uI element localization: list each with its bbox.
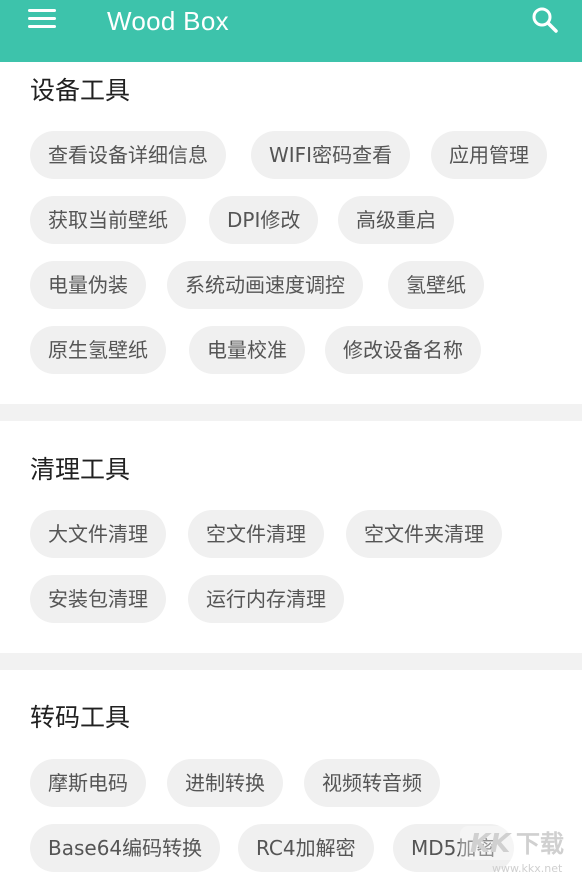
chip-wifi-password[interactable]: WIFI密码查看: [251, 131, 411, 179]
chip-current-wallpaper[interactable]: 获取当前壁纸: [30, 196, 186, 244]
svg-text:KK: KK: [470, 829, 512, 859]
kk-download-watermark-logo: KK 下载 www.kkx.net: [460, 826, 580, 875]
chip-empty-folder-clean[interactable]: 空文件夹清理: [346, 510, 502, 558]
chip-ram-clean[interactable]: 运行内存清理: [188, 575, 344, 623]
chip-large-file-clean[interactable]: 大文件清理: [30, 510, 166, 558]
chip-video-to-audio[interactable]: 视频转音频: [304, 759, 440, 807]
device-tools-card: 设备工具 查看设备详细信息 WIFI密码查看 应用管理 获取当前壁纸 DPI修改…: [0, 62, 582, 404]
chip-rc4-crypt[interactable]: RC4加解密: [238, 824, 374, 872]
chip-advanced-reboot[interactable]: 高级重启: [338, 196, 454, 244]
chip-base64-convert[interactable]: Base64编码转换: [30, 824, 221, 872]
chip-native-hydrogen-wallpaper[interactable]: 原生氢壁纸: [30, 326, 166, 374]
section-title-device-tools: 设备工具: [30, 76, 131, 105]
section-title-transcoding-tools: 转码工具: [30, 703, 131, 732]
chip-hydrogen-wallpaper[interactable]: 氢壁纸: [388, 261, 484, 309]
chip-device-details[interactable]: 查看设备详细信息: [30, 131, 226, 179]
svg-text:www.kkx.net: www.kkx.net: [492, 862, 563, 875]
cleaning-tools-card: 清理工具 大文件清理 空文件清理 空文件夹清理 安装包清理 运行内存清理: [0, 421, 582, 653]
svg-text:下载: 下载: [516, 830, 564, 858]
chip-app-manager[interactable]: 应用管理: [431, 131, 547, 179]
chip-rename-device[interactable]: 修改设备名称: [325, 326, 481, 374]
section-title-cleaning-tools: 清理工具: [30, 455, 131, 484]
app-title: Wood Box: [107, 6, 229, 36]
chip-battery-calibration[interactable]: 电量校准: [189, 326, 305, 374]
chip-dpi-modify[interactable]: DPI修改: [209, 196, 319, 244]
chip-morse-code[interactable]: 摩斯电码: [30, 759, 146, 807]
chip-apk-clean[interactable]: 安装包清理: [30, 575, 166, 623]
app-bar: Wood Box: [0, 0, 582, 62]
chip-battery-spoof[interactable]: 电量伪装: [30, 261, 146, 309]
chip-empty-file-clean[interactable]: 空文件清理: [188, 510, 324, 558]
hamburger-menu-icon[interactable]: [28, 9, 56, 31]
chip-base-conversion[interactable]: 进制转换: [167, 759, 283, 807]
search-icon[interactable]: [531, 6, 559, 34]
chip-animation-speed[interactable]: 系统动画速度调控: [167, 261, 363, 309]
